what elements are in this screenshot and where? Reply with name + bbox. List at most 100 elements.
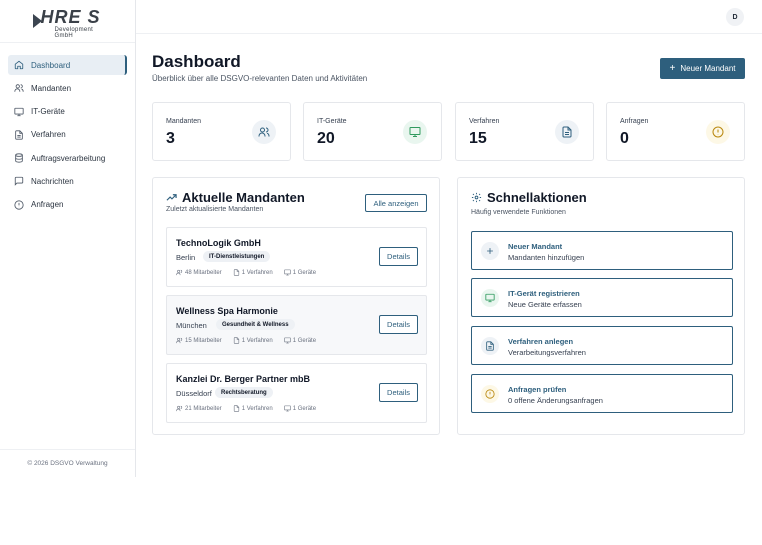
client-name: TechnoLogik GmbH: [176, 238, 261, 248]
client-devices: 1 Geräte: [292, 269, 317, 276]
client-card: Kanzlei Dr. Berger Partner mbB Düsseldor…: [166, 363, 427, 423]
client-procedures: 1 Verfahren: [241, 337, 273, 344]
monitor-icon: [284, 405, 291, 412]
details-button[interactable]: Details: [379, 383, 418, 402]
sidebar-item-nachrichten[interactable]: Nachrichten: [8, 171, 127, 191]
client-meta: 15 Mitarbeiter 1 Verfahren 1 Geräte: [176, 337, 327, 344]
new-client-button[interactable]: + Neuer Mandant: [660, 58, 745, 79]
stat-card-mandanten: Mandanten 3: [152, 102, 291, 161]
monitor-icon: [481, 289, 499, 307]
sidebar-nav: Dashboard Mandanten IT-Geräte Verfahren …: [0, 55, 135, 215]
sidebar-item-dashboard[interactable]: Dashboard: [8, 55, 127, 75]
users-icon: [14, 83, 24, 93]
sidebar-item-label: Auftragsverarbeitung: [31, 153, 106, 163]
file-icon: [555, 120, 579, 144]
users-icon: [176, 337, 183, 344]
page-title: Dashboard: [152, 52, 241, 71]
file-icon: [233, 405, 239, 412]
stat-card-it-geraete: IT-Geräte 20: [303, 102, 442, 161]
client-employees: 15 Mitarbeiter: [185, 337, 222, 344]
monitor-icon: [284, 269, 291, 276]
sidebar-item-it-geraete[interactable]: IT-Geräte: [8, 102, 127, 122]
action-title: Verfahren anlegen: [508, 337, 574, 346]
file-icon: [233, 337, 239, 344]
stat-card-verfahren: Verfahren 15: [455, 102, 594, 161]
stat-card-anfragen: Anfragen 0: [606, 102, 745, 161]
users-icon: [176, 269, 183, 276]
quick-action-new-client[interactable]: Neuer Mandant Mandanten hinzufügen: [471, 231, 733, 270]
client-meta: 48 Mitarbeiter 1 Verfahren 1 Geräte: [176, 269, 327, 276]
sidebar-item-label: Mandanten: [31, 83, 72, 93]
stat-label: Verfahren: [469, 118, 500, 125]
client-city: Berlin: [176, 253, 196, 262]
new-client-button-label: Neuer Mandant: [680, 64, 736, 73]
client-name: Kanzlei Dr. Berger Partner mbB: [176, 374, 311, 384]
sidebar-item-label: Nachrichten: [31, 176, 74, 186]
users-icon: [252, 120, 276, 144]
quick-actions-panel: Schnellaktionen Häufig verwendete Funkti…: [457, 177, 745, 435]
page-subtitle: Überblick über alle DSGVO-relevanten Dat…: [152, 74, 368, 83]
recent-clients-panel: Aktuelle Mandanten Zuletzt aktualisierte…: [152, 177, 440, 435]
stat-label: IT-Geräte: [317, 118, 347, 125]
details-button[interactable]: Details: [379, 315, 418, 334]
client-city: München: [176, 321, 207, 330]
logo[interactable]: HRE S Development GmbH: [0, 0, 135, 43]
sidebar-item-label: Verfahren: [31, 130, 66, 140]
sidebar-item-label: Dashboard: [31, 60, 71, 70]
quick-action-register-device[interactable]: IT-Gerät registrieren Neue Geräte erfass…: [471, 278, 733, 317]
logo-text: HRE S: [40, 7, 101, 27]
monitor-icon: [403, 120, 427, 144]
stat-label: Mandanten: [166, 118, 202, 125]
client-procedures: 1 Verfahren: [241, 269, 273, 276]
client-employees: 21 Mitarbeiter: [185, 405, 222, 412]
message-icon: [14, 176, 24, 187]
panel-title-text: Schnellaktionen: [487, 190, 587, 205]
client-card: Wellness Spa Harmonie München Gesundheit…: [166, 295, 427, 355]
action-title: IT-Gerät registrieren: [508, 289, 580, 298]
client-city: Düsseldorf: [176, 389, 212, 398]
users-icon: [176, 405, 183, 412]
stat-value: 20: [317, 130, 335, 147]
client-name: Wellness Spa Harmonie: [176, 306, 278, 316]
home-icon: [14, 60, 24, 70]
plus-icon: +: [669, 63, 676, 74]
client-devices: 1 Geräte: [292, 337, 317, 344]
alert-circle-icon: [14, 200, 24, 210]
sidebar-item-verfahren[interactable]: Verfahren: [8, 125, 127, 145]
stat-label: Anfragen: [620, 118, 649, 125]
client-meta: 21 Mitarbeiter 1 Verfahren 1 Geräte: [176, 405, 327, 412]
action-desc: Neue Geräte erfassen: [508, 300, 582, 309]
details-button[interactable]: Details: [379, 247, 418, 266]
show-all-button[interactable]: Alle anzeigen: [365, 194, 427, 212]
sidebar-item-anfragen[interactable]: Anfragen: [8, 195, 127, 215]
action-desc: Mandanten hinzufügen: [508, 253, 585, 262]
stat-value: 15: [469, 130, 487, 147]
stat-value: 0: [620, 130, 629, 147]
trending-up-icon: [166, 194, 177, 201]
sidebar-item-auftragsverarbeitung[interactable]: Auftragsverarbeitung: [8, 148, 127, 168]
topbar: D: [136, 0, 762, 34]
alert-circle-icon: [481, 385, 499, 403]
quick-action-check-requests[interactable]: Anfragen prüfen 0 offene Änderungsanfrag…: [471, 374, 733, 413]
alert-circle-icon: [706, 120, 730, 144]
logo-subtext: Development GmbH: [54, 27, 94, 39]
plus-icon: [481, 242, 499, 260]
panel-title: Aktuelle Mandanten: [166, 190, 305, 205]
quick-action-create-procedure[interactable]: Verfahren anlegen Verarbeitungsverfahren: [471, 326, 733, 365]
action-title: Neuer Mandant: [508, 242, 563, 251]
panel-subtitle: Zuletzt aktualisierte Mandanten: [166, 206, 264, 213]
monitor-icon: [14, 107, 24, 117]
sidebar-item-mandanten[interactable]: Mandanten: [8, 78, 127, 98]
panel-subtitle: Häufig verwendete Funktionen: [471, 209, 566, 216]
client-devices: 1 Geräte: [292, 405, 317, 412]
database-icon: [14, 153, 24, 163]
monitor-icon: [284, 337, 291, 344]
stat-value: 3: [166, 130, 175, 147]
client-tag: IT-Dienstleistungen: [203, 251, 271, 262]
action-desc: Verarbeitungsverfahren: [508, 348, 586, 357]
sidebar-item-label: Anfragen: [31, 200, 64, 210]
avatar[interactable]: D: [726, 8, 744, 26]
file-icon: [481, 337, 499, 355]
client-procedures: 1 Verfahren: [241, 405, 273, 412]
gear-icon: [471, 192, 482, 203]
